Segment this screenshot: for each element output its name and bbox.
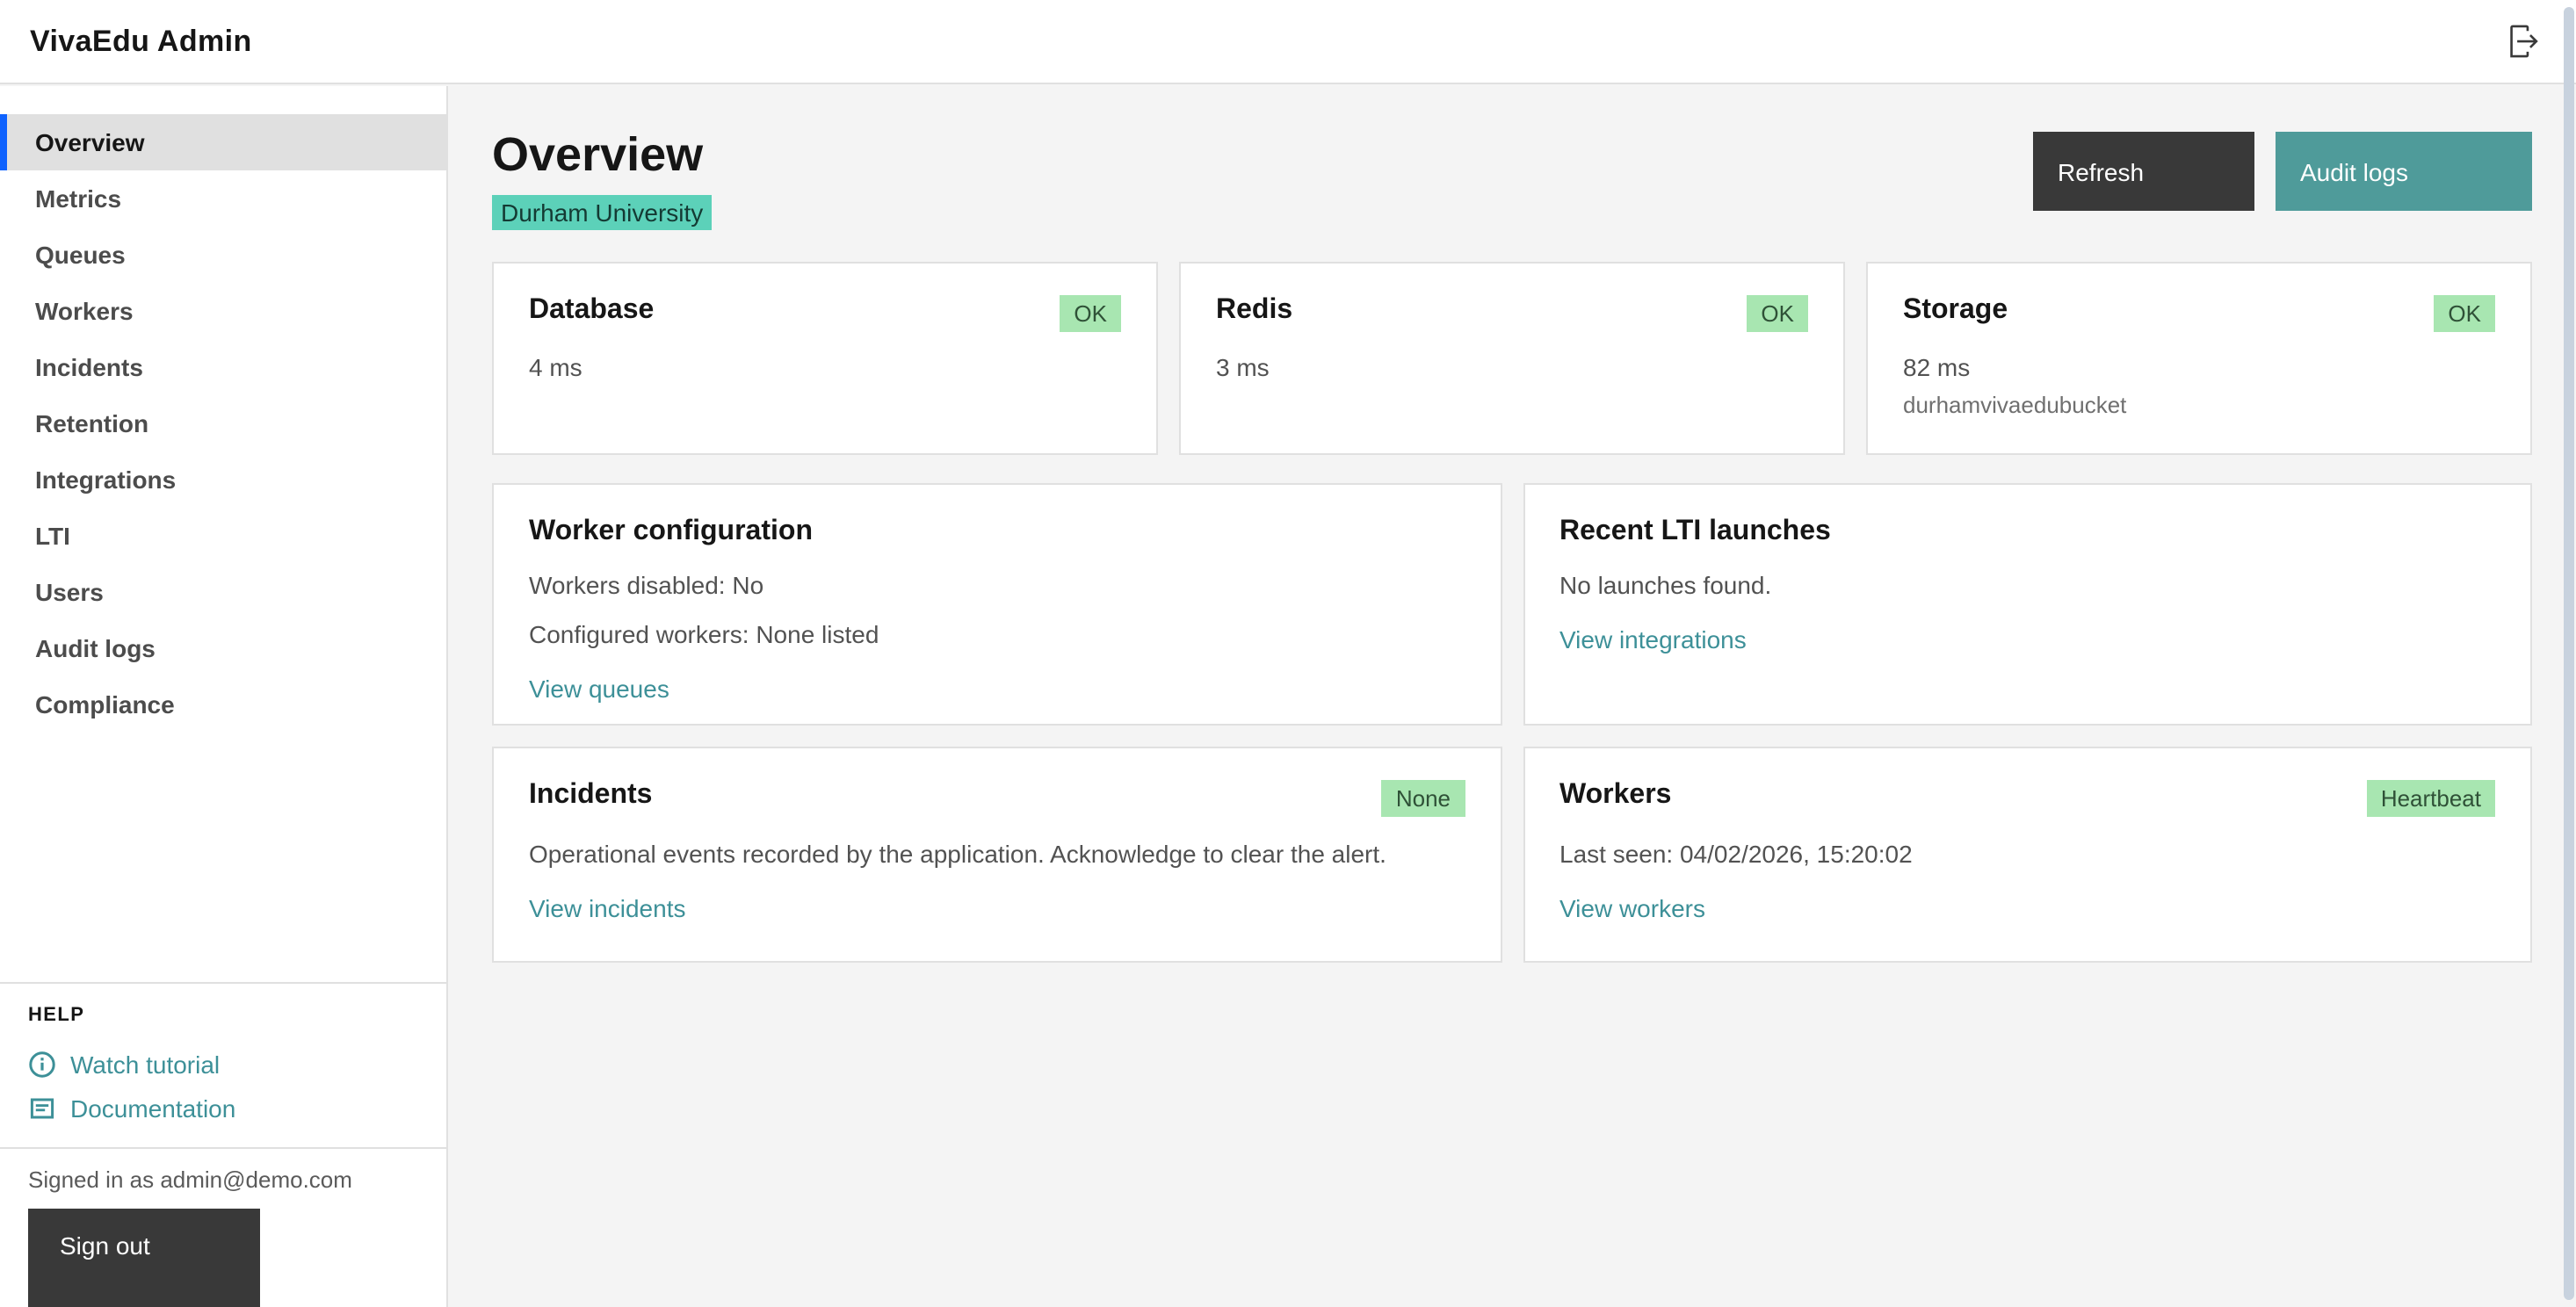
card-workers: Workers Heartbeat Last seen: 04/02/2026,… <box>1523 746 2532 962</box>
sidebar-item-incidents[interactable]: Incidents <box>0 339 446 395</box>
refresh-button[interactable]: Refresh <box>2033 132 2254 211</box>
sidebar-item-workers[interactable]: Workers <box>0 283 446 339</box>
card-title: Incidents <box>529 779 652 811</box>
alert-card-row: Incidents None Operational events record… <box>492 746 2532 962</box>
info-card-row: Worker configuration Workers disabled: N… <box>492 482 2532 725</box>
card-text-line: Operational events recorded by the appli… <box>529 837 1465 870</box>
sidebar-item-metrics[interactable]: Metrics <box>0 170 446 227</box>
sidebar: Overview Metrics Queues Workers Incident… <box>0 86 448 1307</box>
page-title: Overview <box>492 130 712 182</box>
logout-button[interactable] <box>2502 19 2546 63</box>
account-section: Signed in as admin@demo.com Sign out <box>0 1147 446 1307</box>
sidebar-item-compliance[interactable]: Compliance <box>0 676 446 733</box>
page-header: Overview Durham University Refresh Audit… <box>492 130 2532 229</box>
card-title: Workers <box>1559 779 1671 811</box>
card-text-line: Workers disabled: No <box>529 568 1465 602</box>
card-incidents: Incidents None Operational events record… <box>492 746 1501 962</box>
documentation-link[interactable]: Documentation <box>28 1086 418 1130</box>
audit-logs-button[interactable]: Audit logs <box>2276 132 2532 211</box>
card-title: Storage <box>1903 294 2008 326</box>
signed-in-as-text: Signed in as admin@demo.com <box>28 1166 418 1193</box>
document-icon <box>28 1094 56 1122</box>
app-title: VivaEdu Admin <box>30 24 252 59</box>
sidebar-item-retention[interactable]: Retention <box>0 395 446 451</box>
main-content: Overview Durham University Refresh Audit… <box>450 86 2576 1307</box>
bucket-name: durhamvivaedubucket <box>1903 391 2495 417</box>
top-bar: VivaEdu Admin <box>0 0 2576 84</box>
latency-value: 4 ms <box>529 352 1121 380</box>
card-storage: Storage OK 82 ms durhamvivaedubucket <box>1866 261 2532 454</box>
app-window: VivaEdu Admin Overview Metrics Queues Wo… <box>0 0 2576 1307</box>
help-section: HELP Watch tutorial <box>0 982 446 1147</box>
card-title: Database <box>529 294 654 326</box>
vertical-scrollbar[interactable] <box>2564 7 2574 1300</box>
watch-tutorial-label: Watch tutorial <box>70 1050 220 1078</box>
view-incidents-link[interactable]: View incidents <box>529 893 686 921</box>
logout-icon <box>2506 23 2543 60</box>
card-text-line: Configured workers: None listed <box>529 617 1465 651</box>
page-actions: Refresh Audit logs <box>2033 132 2532 211</box>
status-badge: OK <box>1060 294 1121 331</box>
card-title: Recent LTI launches <box>1559 516 1831 547</box>
card-worker-configuration: Worker configuration Workers disabled: N… <box>492 482 1501 725</box>
card-text-line: Last seen: 04/02/2026, 15:20:02 <box>1559 837 2495 870</box>
view-workers-link[interactable]: View workers <box>1559 893 1705 921</box>
tenant-name-highlight: Durham University <box>492 194 712 229</box>
page-header-left: Overview Durham University <box>492 130 712 229</box>
card-redis: Redis OK 3 ms <box>1179 261 1845 454</box>
status-badge: OK <box>1747 294 1808 331</box>
card-title: Redis <box>1216 294 1292 326</box>
card-recent-lti-launches: Recent LTI launches No launches found. V… <box>1523 482 2532 725</box>
help-heading: HELP <box>28 1005 418 1026</box>
latency-value: 3 ms <box>1216 352 1808 380</box>
sidebar-item-users[interactable]: Users <box>0 564 446 620</box>
sign-out-button[interactable]: Sign out <box>28 1209 260 1307</box>
status-badge: None <box>1382 779 1465 816</box>
sidebar-item-integrations[interactable]: Integrations <box>0 451 446 508</box>
sidebar-item-lti[interactable]: LTI <box>0 508 446 564</box>
sidebar-nav: Overview Metrics Queues Workers Incident… <box>0 86 446 733</box>
card-database: Database OK 4 ms <box>492 261 1158 454</box>
sidebar-bottom: HELP Watch tutorial <box>0 982 446 1307</box>
sidebar-item-queues[interactable]: Queues <box>0 227 446 283</box>
info-circle-icon <box>28 1050 56 1078</box>
sidebar-item-audit-logs[interactable]: Audit logs <box>0 620 446 676</box>
status-badge: OK <box>2434 294 2495 331</box>
documentation-label: Documentation <box>70 1094 235 1122</box>
latency-value: 82 ms <box>1903 352 2495 380</box>
card-text-line: No launches found. <box>1559 568 2495 602</box>
card-title: Worker configuration <box>529 516 813 547</box>
view-integrations-link[interactable]: View integrations <box>1559 625 1747 653</box>
watch-tutorial-link[interactable]: Watch tutorial <box>28 1042 418 1086</box>
status-card-row: Database OK 4 ms Redis OK 3 ms Storage O… <box>492 261 2532 454</box>
status-badge: Heartbeat <box>2367 779 2495 816</box>
view-queues-link[interactable]: View queues <box>529 674 669 702</box>
sidebar-item-overview[interactable]: Overview <box>0 114 446 170</box>
